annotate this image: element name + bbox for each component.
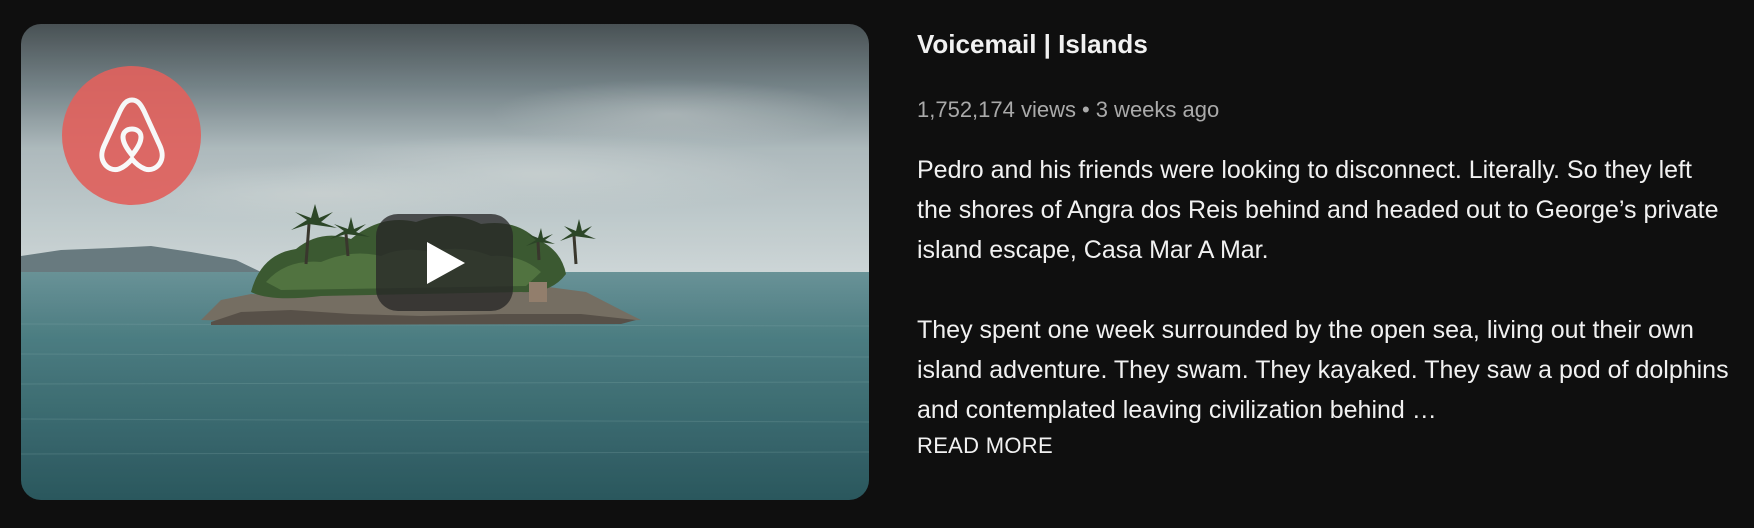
video-thumbnail[interactable]	[21, 24, 869, 500]
upload-age: 3 weeks ago	[1095, 97, 1220, 122]
airbnb-logo-icon	[99, 97, 165, 173]
video-metadata: 1,752,174 views • 3 weeks ago	[917, 94, 1732, 126]
description-paragraph: They spent one week surrounded by the op…	[917, 316, 1729, 424]
airbnb-logo-badge	[62, 66, 201, 205]
play-button[interactable]	[376, 214, 513, 311]
video-description: Pedro and his friends were looking to di…	[917, 150, 1732, 430]
meta-separator: •	[1082, 97, 1090, 122]
read-more-button[interactable]: READ MORE	[917, 430, 1053, 462]
video-info: Voicemail | Islands 1,752,174 views • 3 we…	[917, 24, 1732, 462]
play-icon	[427, 242, 465, 284]
video-title[interactable]: Voicemail | Islands	[917, 24, 1732, 64]
description-paragraph: Pedro and his friends were looking to di…	[917, 156, 1719, 264]
view-count: 1,752,174 views	[917, 97, 1076, 122]
